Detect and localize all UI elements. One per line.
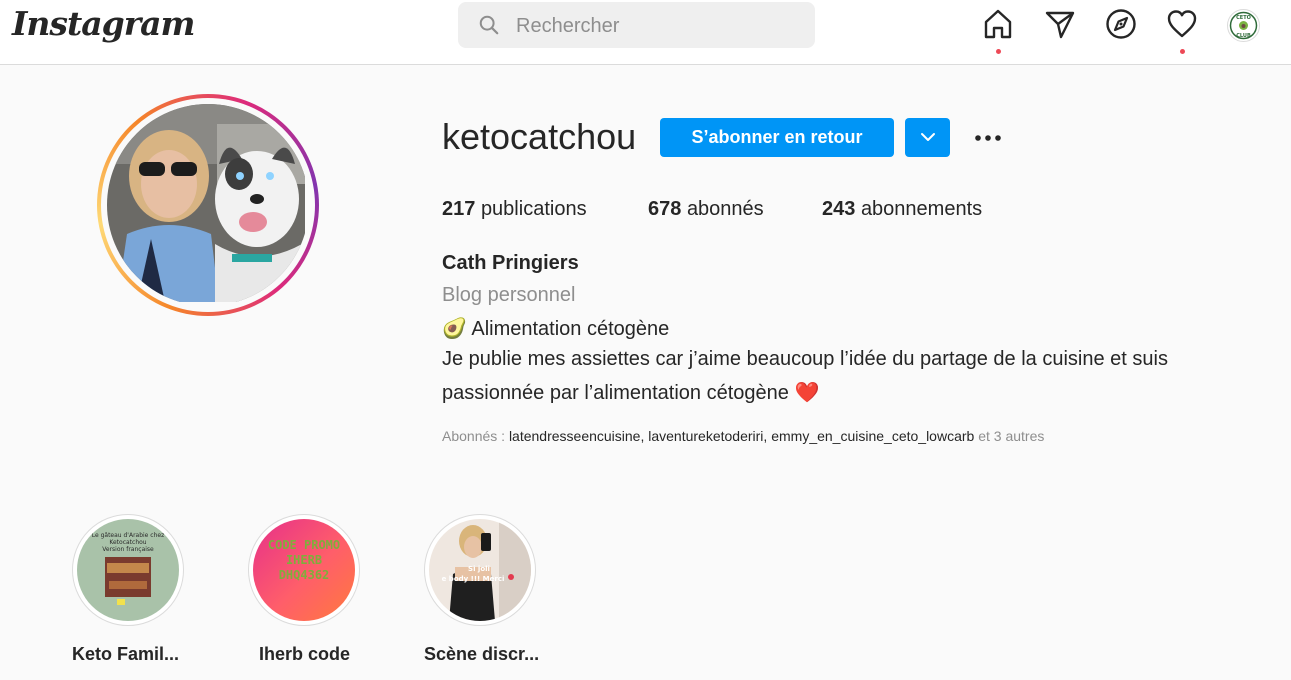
- highlight-cover-image: Si joli e body !!! Merci: [429, 519, 531, 621]
- follow-back-button[interactable]: S’abonner en retour: [660, 118, 894, 157]
- bio-line-3-text: passionnée par l’alimentation cétogène: [442, 382, 789, 404]
- followed-by-account[interactable]: latendresseencuisine: [509, 428, 641, 444]
- search-placeholder: Rechercher: [516, 15, 620, 37]
- search-input[interactable]: Rechercher: [458, 2, 815, 48]
- profile-full-name: Cath Pringiers: [442, 252, 579, 274]
- story-highlight-keto-family[interactable]: Le gâteau d'Arabie chez Ketocatchou Vers…: [72, 514, 184, 626]
- highlight-label[interactable]: Keto Famil...: [72, 644, 179, 665]
- stat-publications-count: 217: [442, 198, 476, 220]
- chevron-down-icon: [920, 133, 935, 141]
- stat-publications-label: publications: [480, 198, 587, 220]
- svg-text:CLUB: CLUB: [1236, 33, 1251, 39]
- stat-followers-count: 678: [648, 198, 682, 220]
- search-icon: [479, 15, 499, 35]
- stat-following-label: abonnements: [860, 198, 983, 220]
- explore-compass-icon[interactable]: [1105, 8, 1137, 40]
- highlight-cover-image: CODE PROMO IHERB DHQ4362: [253, 519, 355, 621]
- followed-by-account[interactable]: laventureketoderiri: [648, 428, 763, 444]
- followed-by-line[interactable]: Abonnés : latendresseencuisine, laventur…: [442, 428, 1044, 444]
- highlight-overlay-text: CODE PROMO: [268, 538, 340, 552]
- highlight-overlay-text: Le gâteau d'Arabie chez: [92, 532, 164, 539]
- direct-message-icon[interactable]: [1044, 8, 1076, 40]
- profile-picture-story-ring[interactable]: [97, 94, 319, 316]
- highlight-overlay-text: e body !!! Merci: [442, 575, 505, 583]
- bio-line-1: 🥑 Alimentation cétogène: [442, 316, 669, 341]
- story-highlight-iherb-code[interactable]: CODE PROMO IHERB DHQ4362: [248, 514, 360, 626]
- home-icon[interactable]: [982, 8, 1014, 40]
- highlight-overlay-text: Ketocatchou: [109, 539, 146, 546]
- followed-by-suffix: et 3 autres: [974, 428, 1045, 444]
- stat-publications: 217 publications: [442, 198, 587, 221]
- profile-photo: [107, 104, 309, 306]
- profile-category: Blog personnel: [442, 284, 576, 306]
- followed-by-account[interactable]: emmy_en_cuisine_ceto_lowcarb: [771, 428, 974, 444]
- instagram-logo[interactable]: Instagram: [12, 4, 195, 43]
- highlight-overlay-text: DHQ4362: [279, 568, 330, 582]
- highlight-overlay-text: Si joli: [468, 565, 490, 573]
- stat-followers[interactable]: 678 abonnés: [648, 198, 764, 221]
- followed-by-prefix: Abonnés :: [442, 428, 509, 444]
- highlight-label[interactable]: Iherb code: [259, 644, 350, 665]
- svg-text:CETO: CETO: [1236, 15, 1251, 21]
- highlight-overlay-text: Version française: [102, 546, 154, 553]
- ceto-club-logo-icon: CETO CLUB: [1229, 11, 1258, 40]
- heart-emoji-icon: ❤️: [794, 382, 820, 404]
- heart-activity-icon[interactable]: [1166, 8, 1198, 40]
- bio-line-1-text: Alimentation cétogène: [471, 318, 670, 340]
- bio-line-3: passionnée par l’alimentation cétogène ❤…: [442, 380, 819, 405]
- more-options-button[interactable]: [970, 124, 1006, 152]
- avocado-emoji-icon: 🥑: [442, 318, 467, 340]
- top-nav-bar: Instagram Rechercher CETO CLUB: [0, 0, 1291, 65]
- profile-username: ketocatchou: [442, 116, 637, 157]
- stat-following[interactable]: 243 abonnements: [822, 198, 982, 221]
- story-highlight-scene-discrete[interactable]: Si joli e body !!! Merci: [424, 514, 536, 626]
- bio-line-2: Je publie mes assiettes car j’aime beauc…: [442, 348, 1168, 370]
- stat-following-count: 243: [822, 198, 856, 220]
- home-notification-dot: [996, 49, 1001, 54]
- activity-notification-dot: [1180, 49, 1185, 54]
- suggestions-dropdown-button[interactable]: [905, 118, 950, 157]
- stat-followers-label: abonnés: [686, 198, 764, 220]
- profile-avatar-icon[interactable]: CETO CLUB: [1227, 9, 1260, 42]
- highlight-overlay-text: IHERB: [286, 553, 322, 567]
- more-options-icon: [975, 135, 1001, 141]
- highlight-label[interactable]: Scène discr...: [424, 644, 539, 665]
- highlight-cover-image: Le gâteau d'Arabie chez Ketocatchou Vers…: [77, 519, 179, 621]
